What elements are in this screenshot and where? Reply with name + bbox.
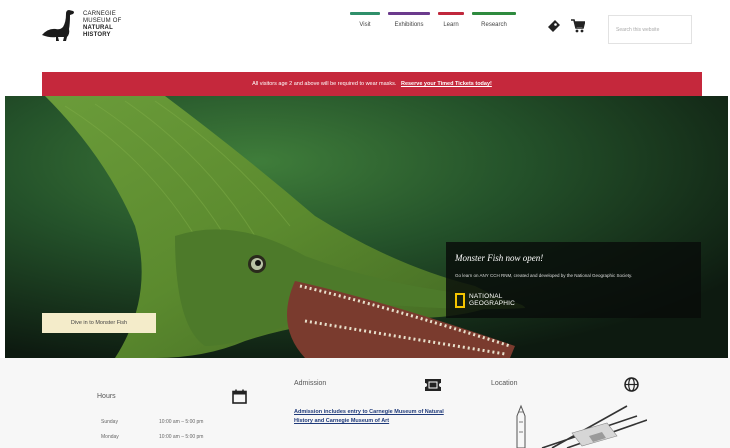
nav-label-learn: Learn [443,22,459,28]
dinosaur-logo-icon [42,10,74,41]
nav-item-exhibitions[interactable]: Exhibitions [388,12,430,28]
promo-title: Monster Fish now open! [455,253,544,263]
location-map[interactable] [497,398,647,448]
hours-row: Monday 10:00 am – 5:00 pm [101,434,203,440]
admission-title: Admission [294,380,327,387]
monster-fish-button[interactable]: Dive in to Monster Fish [42,313,156,333]
promo-card: Monster Fish now open! Go learn on ANY C… [446,242,701,318]
nav-label-exhibitions: Exhibitions [394,22,424,28]
logo-line-2: MUSEUM OF [83,18,122,24]
nav-bar-research [472,12,516,15]
admission-link[interactable]: Admission includes entry to Carnegie Mus… [294,408,444,426]
nav-label-visit: Visit [359,22,371,28]
timed-tickets-link[interactable]: Reserve your Timed Tickets today! [401,81,492,87]
nav-item-visit[interactable]: Visit [350,12,380,28]
natgeo-line-2: GEOGRAPHIC [469,299,516,307]
nav-bar-exhibitions [388,12,430,15]
hours-row: Sunday 10:00 am – 5:00 pm [101,419,203,425]
hours-day: Sunday [101,419,118,425]
hours-title: Hours [97,393,116,400]
nav-bar-learn [438,12,464,15]
logo-wordmark: CARNEGIE MUSEUM OF NATURAL HISTORY [83,11,121,39]
search-input[interactable] [608,15,692,44]
nav-item-research[interactable]: Research [472,12,516,28]
calendar-icon [232,389,247,404]
location-title: Location [491,380,518,387]
site-header: CARNEGIE MUSEUM OF NATURAL HISTORY Visit… [0,0,730,66]
mask-alert-banner: All visitors age 2 and above will be req… [42,72,702,96]
hero-banner: Dive in to Monster Fish Monster Fish now… [5,96,728,358]
hours-day: Monday [101,434,119,440]
alert-text: All visitors age 2 and above will be req… [252,81,397,87]
promo-description: Go learn on ANY CCH RNM, created and dev… [455,273,633,278]
cart-icon[interactable] [571,19,585,33]
hours-time: 10:00 am – 5:00 pm [159,434,204,440]
nav-bar-visit [350,12,380,15]
national-geographic-logo: NATIONAL GEOGRAPHIC [455,293,515,308]
nav-item-learn[interactable]: Learn [438,12,464,28]
info-section: Hours Sunday 10:00 am – 5:00 pm Monday 1… [0,358,730,448]
ticket-icon [425,379,441,391]
museum-logo[interactable]: CARNEGIE MUSEUM OF NATURAL HISTORY [40,8,121,42]
natgeo-wordmark: NATIONAL GEOGRAPHIC [469,293,516,307]
logo-line-3: NATURAL [83,25,113,31]
logo-line-1: CARNEGIE [83,11,116,17]
globe-icon [624,377,639,392]
logo-line-4: HISTORY [83,32,111,38]
nav-label-research: Research [481,22,507,28]
main-nav: Visit Exhibitions Learn Research [350,12,524,28]
ticket-icon[interactable] [547,19,561,33]
natgeo-frame-icon [455,293,465,308]
hours-time: 10:00 am – 5:00 pm [159,419,204,425]
